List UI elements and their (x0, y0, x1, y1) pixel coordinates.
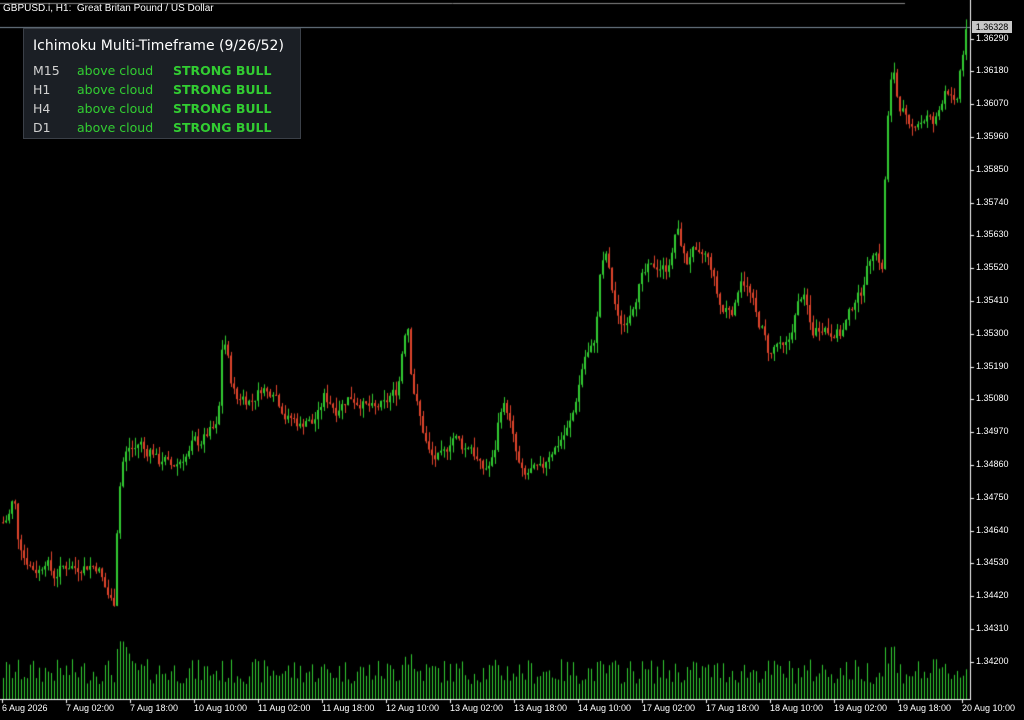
price-tick-label: 1.35850 (976, 163, 1009, 174)
price-tick-label: 1.34420 (976, 590, 1009, 601)
time-tick-label: 7 Aug 18:00 (130, 703, 179, 713)
timeframe-label: D1 (33, 120, 51, 135)
time-tick-label: 17 Aug 02:00 (642, 703, 696, 713)
price-tick-label: 1.36180 (976, 65, 1009, 76)
price-tick-label: 1.35300 (976, 327, 1009, 338)
info-row-h1: H1 above cloud STRONG BULL (24, 82, 300, 100)
price-tick-label: 1.34200 (976, 655, 1009, 666)
cloud-position: above cloud (77, 101, 154, 116)
signal-label: STRONG BULL (173, 101, 272, 116)
price-tick-label: 1.36290 (976, 32, 1009, 43)
cloud-position: above cloud (77, 63, 154, 78)
ichimoku-info-panel: Ichimoku Multi-Timeframe (9/26/52) M15 a… (23, 28, 301, 139)
cloud-position: above cloud (77, 82, 154, 97)
time-tick-label: 12 Aug 10:00 (386, 703, 440, 713)
price-tick-label: 1.34750 (976, 491, 1009, 502)
timeframe-label: M15 (33, 63, 60, 78)
signal-label: STRONG BULL (173, 63, 272, 78)
price-tick-label: 1.36070 (976, 98, 1009, 109)
price-tick-label: 1.35410 (976, 294, 1009, 305)
price-tick-label: 1.34310 (976, 622, 1009, 633)
info-panel-title: Ichimoku Multi-Timeframe (9/26/52) (33, 38, 284, 54)
time-tick-label: 18 Aug 10:00 (770, 703, 824, 713)
info-row-m15: M15 above cloud STRONG BULL (24, 63, 300, 81)
time-tick-label: 19 Aug 18:00 (898, 703, 952, 713)
price-tick-label: 1.34530 (976, 557, 1009, 568)
time-tick-label: 7 Aug 02:00 (66, 703, 115, 713)
signal-label: STRONG BULL (173, 120, 272, 135)
time-tick-label: 11 Aug 18:00 (322, 703, 375, 713)
current-price-tag: 1.36328 (972, 21, 1012, 33)
time-tick-label: 17 Aug 18:00 (706, 703, 760, 713)
price-tick-label: 1.35740 (976, 196, 1009, 207)
price-tick-label: 1.35520 (976, 262, 1009, 273)
info-row-h4: H4 above cloud STRONG BULL (24, 101, 300, 119)
time-tick-label: 14 Aug 10:00 (578, 703, 632, 713)
time-tick-label: 11 Aug 02:00 (258, 703, 311, 713)
time-tick-label: 13 Aug 02:00 (450, 703, 504, 713)
price-tick-label: 1.35960 (976, 130, 1009, 141)
price-tick-label: 1.34860 (976, 458, 1009, 469)
time-tick-label: 19 Aug 02:00 (834, 703, 888, 713)
time-tick-label: 13 Aug 18:00 (514, 703, 568, 713)
signal-label: STRONG BULL (173, 82, 272, 97)
cloud-position: above cloud (77, 120, 154, 135)
time-tick-label: 6 Aug 2026 (2, 703, 48, 713)
chart-title: GBPUSD.i, H1: Great Britan Pound / US Do… (3, 3, 214, 14)
price-tick-label: 1.35190 (976, 360, 1009, 371)
timeframe-label: H1 (33, 82, 51, 97)
time-tick-label: 20 Aug 10:00 (962, 703, 1016, 713)
price-tick-label: 1.35630 (976, 229, 1009, 240)
timeframe-label: H4 (33, 101, 51, 116)
price-tick-label: 1.34970 (976, 426, 1009, 437)
price-tick-label: 1.34640 (976, 524, 1009, 535)
time-tick-label: 10 Aug 10:00 (194, 703, 248, 713)
info-row-d1: D1 above cloud STRONG BULL (24, 120, 300, 138)
price-tick-label: 1.35080 (976, 393, 1009, 404)
